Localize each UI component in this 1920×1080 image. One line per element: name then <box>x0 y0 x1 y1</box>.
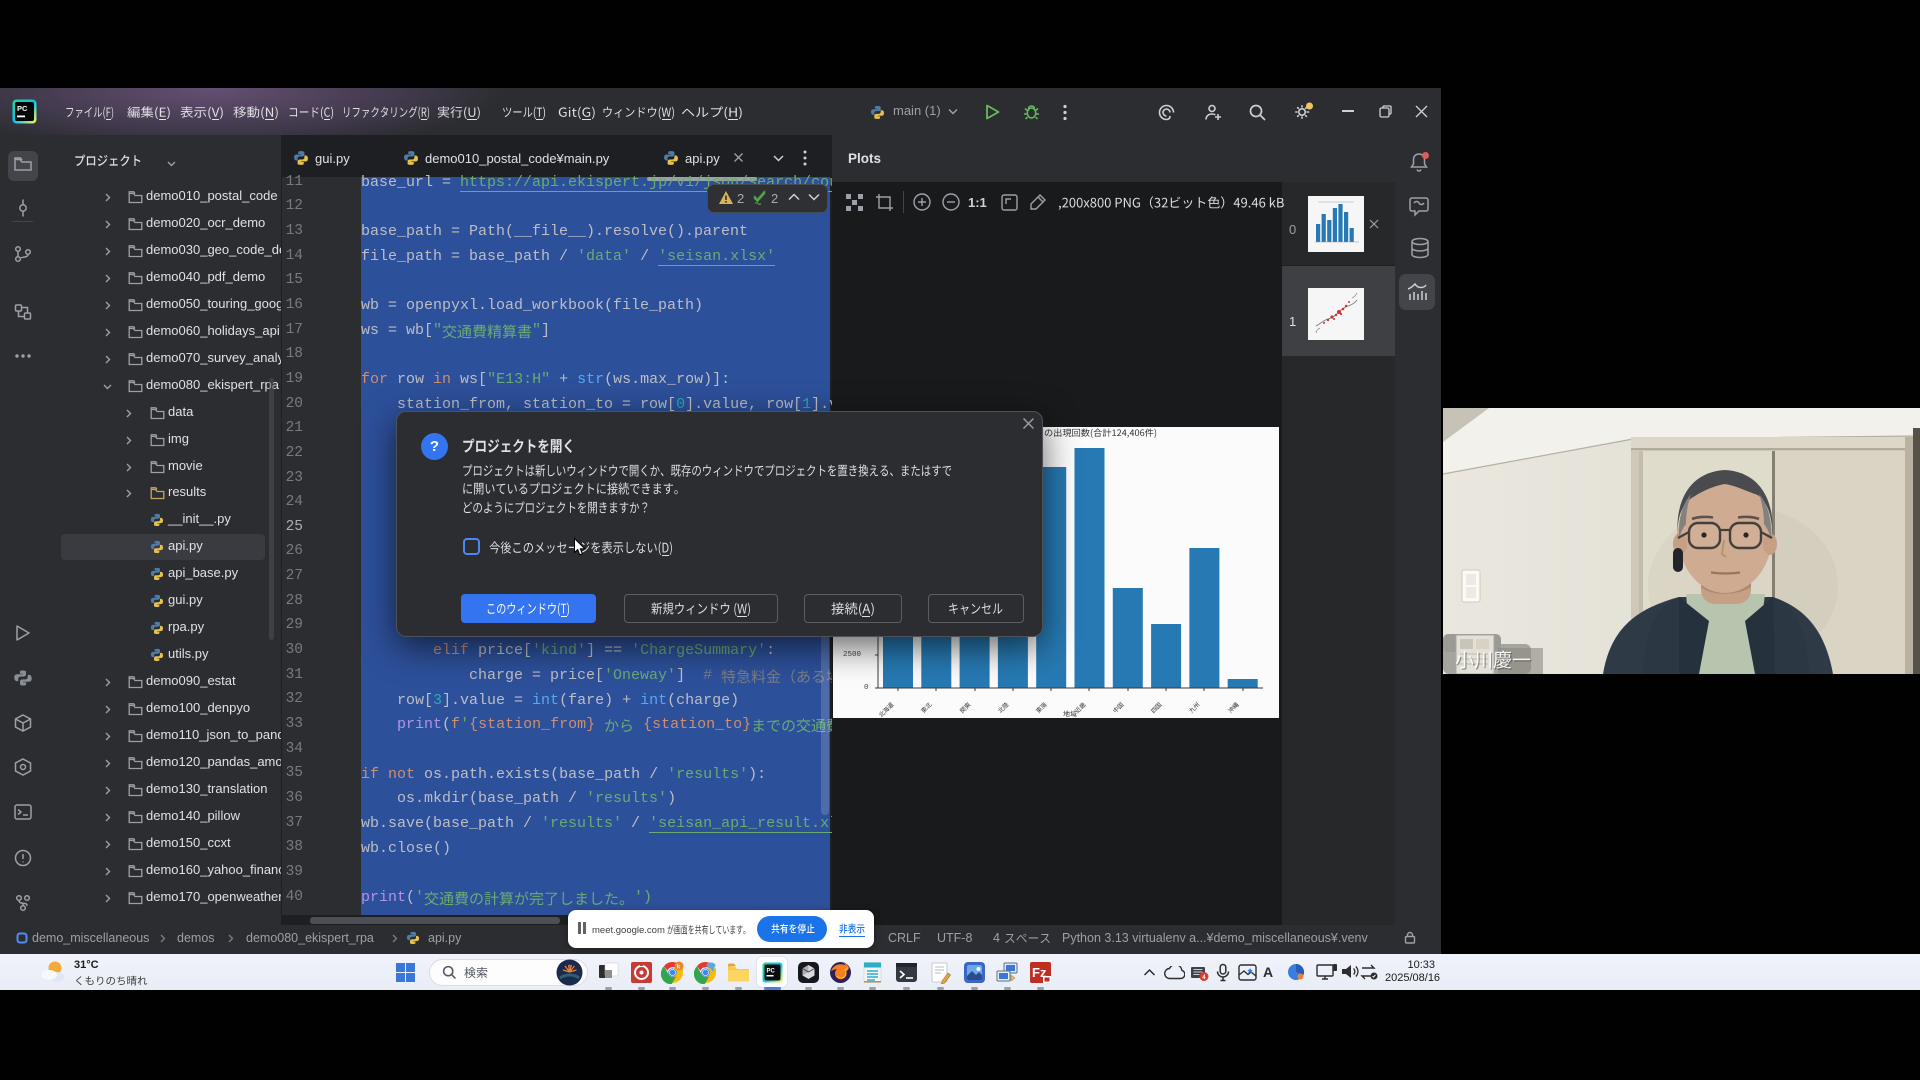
svg-text:PC: PC <box>17 104 28 113</box>
svg-text:PC: PC <box>767 969 776 975</box>
